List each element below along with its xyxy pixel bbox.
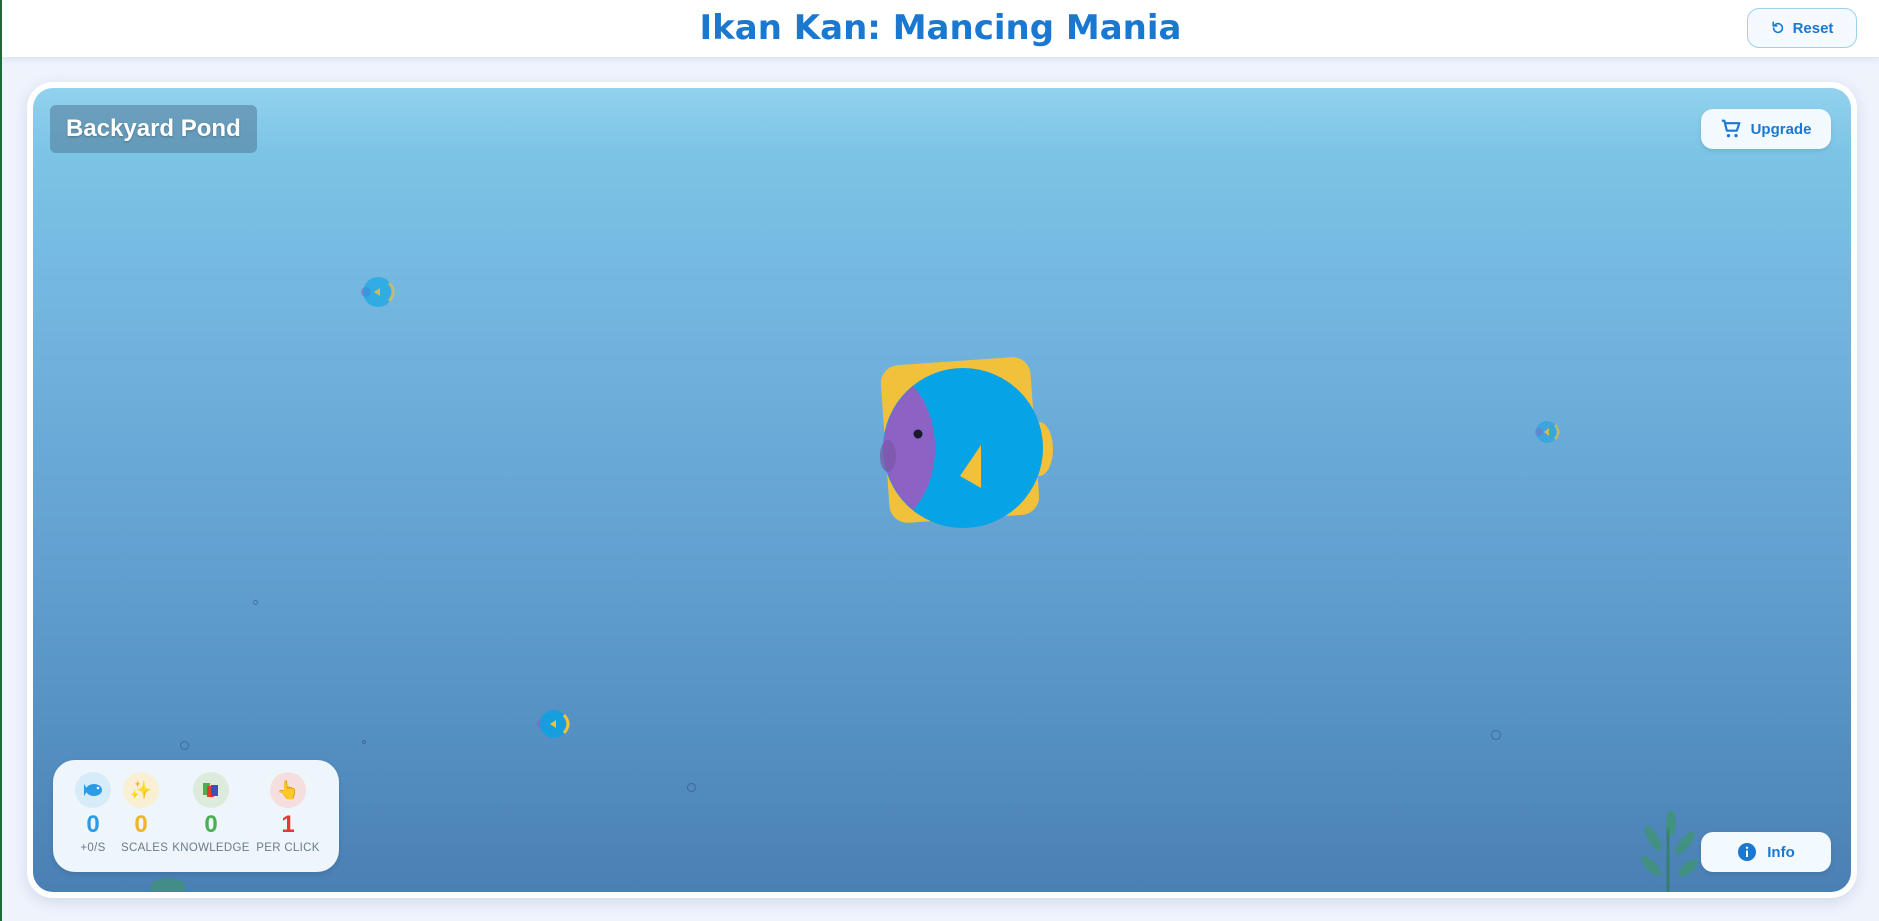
small-fish[interactable]: [536, 708, 574, 740]
books-icon: [193, 772, 229, 808]
small-fish[interactable]: [359, 275, 399, 309]
bubble: [1491, 730, 1501, 740]
stat-fish-per-second: 0 +0/S: [73, 772, 113, 854]
cart-icon: [1721, 119, 1740, 138]
small-fish[interactable]: [1533, 418, 1563, 446]
stat-per-click: 👆 1 PER CLICK: [253, 772, 323, 854]
refresh-icon: [1771, 21, 1783, 34]
pointer-hand-icon: 👆: [270, 772, 306, 808]
main-fish-click-target[interactable]: [855, 346, 1055, 536]
game-frame: Backyard Pond Upgrade 0 +0/S ✨ 0 SCALES …: [27, 82, 1857, 898]
location-badge: Backyard Pond: [50, 105, 257, 153]
stat-value: 0: [134, 811, 148, 838]
pond-area: Backyard Pond Upgrade 0 +0/S ✨ 0 SCALES …: [33, 88, 1851, 892]
bubble: [362, 740, 366, 744]
stat-label: +0/S: [80, 842, 106, 854]
sparkles-icon: ✨: [123, 772, 159, 808]
upgrade-label: Upgrade: [1750, 120, 1812, 138]
reset-button[interactable]: Reset: [1747, 8, 1857, 48]
upgrade-button[interactable]: Upgrade: [1701, 109, 1831, 149]
bubble: [687, 783, 696, 792]
info-button[interactable]: Info: [1701, 832, 1831, 872]
stat-label: KNOWLEDGE: [172, 842, 250, 854]
top-bar: Ikan Kan: Mancing Mania Reset: [2, 0, 1879, 57]
stat-value: 1: [281, 811, 295, 838]
stat-value: 0: [204, 811, 218, 838]
bubble: [180, 741, 189, 750]
fish-icon: [75, 772, 111, 808]
info-icon: [1738, 843, 1757, 861]
stats-panel: 0 +0/S ✨ 0 SCALES 0 KNOWLEDGE 👆 1 PER CL…: [53, 760, 339, 872]
stat-knowledge: 0 KNOWLEDGE: [171, 772, 251, 854]
stat-value: 0: [86, 811, 100, 838]
reset-label: Reset: [1792, 19, 1834, 37]
seaweed-plant: [1641, 810, 1698, 892]
game-title: Ikan Kan: Mancing Mania: [699, 8, 1182, 48]
bubble: [253, 600, 258, 605]
stat-scales: ✨ 0 SCALES: [121, 772, 169, 854]
stat-label: SCALES: [121, 842, 169, 854]
info-label: Info: [1767, 843, 1795, 861]
stat-label: PER CLICK: [256, 842, 320, 854]
